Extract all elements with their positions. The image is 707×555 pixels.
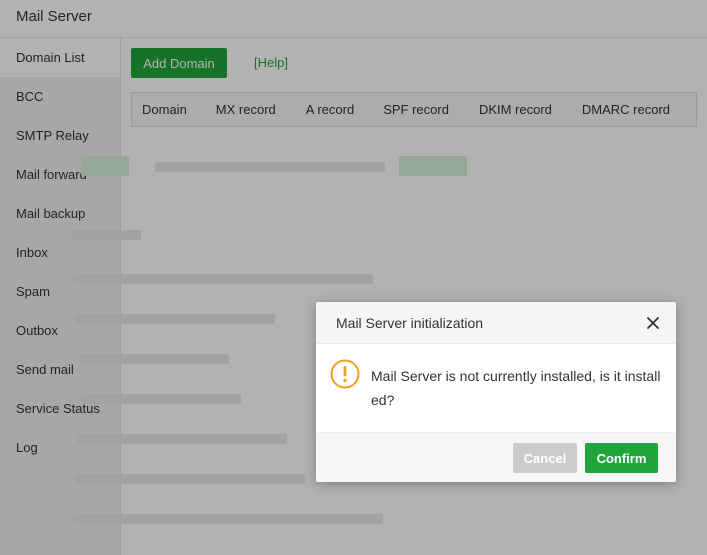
dialog-header: Mail Server initialization bbox=[316, 302, 676, 344]
warning-icon bbox=[330, 359, 360, 389]
confirm-button[interactable]: Confirm bbox=[585, 443, 658, 473]
dialog-body: Mail Server is not currently installed, … bbox=[316, 344, 676, 432]
init-dialog: Mail Server initialization Mail Server i… bbox=[316, 302, 676, 482]
dialog-title: Mail Server initialization bbox=[336, 315, 484, 331]
dialog-message: Mail Server is not currently installed, … bbox=[371, 368, 661, 408]
close-icon[interactable] bbox=[644, 314, 662, 332]
dialog-footer: Cancel Confirm bbox=[316, 432, 676, 482]
cancel-button[interactable]: Cancel bbox=[513, 443, 577, 473]
